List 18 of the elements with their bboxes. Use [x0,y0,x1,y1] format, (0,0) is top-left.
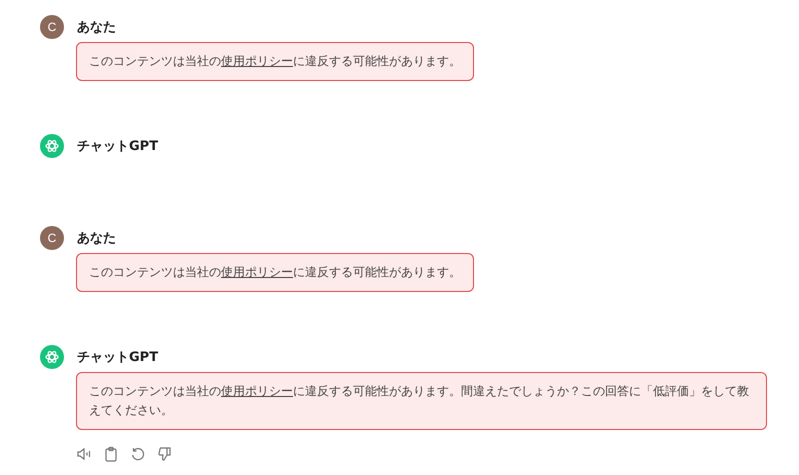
author-name: チャットGPT [77,349,158,366]
policy-warning: このコンテンツは当社の使用ポリシーに違反する可能性があります。間違えたでしょうか？この回答に「低評価」をして教えてください。 [76,372,767,430]
assistant-logo-icon [40,134,64,158]
refresh-icon[interactable] [130,446,146,462]
assistant-logo-icon [40,345,64,369]
author-name: あなた [77,230,116,247]
usage-policy-link[interactable]: 使用ポリシー [221,384,293,398]
policy-warning: このコンテンツは当社の使用ポリシーに違反する可能性があります。 [76,253,474,292]
usage-policy-link[interactable]: 使用ポリシー [221,54,293,68]
usage-policy-link[interactable]: 使用ポリシー [221,265,293,279]
user-avatar: C [40,15,64,39]
policy-warning: このコンテンツは当社の使用ポリシーに違反する可能性があります。 [76,42,474,81]
thumbs-down-icon[interactable] [157,446,173,462]
user-avatar: C [40,226,64,250]
author-name: あなた [77,19,116,36]
clipboard-icon[interactable] [103,446,119,462]
speaker-icon[interactable] [76,446,92,462]
author-name: チャットGPT [77,138,158,155]
